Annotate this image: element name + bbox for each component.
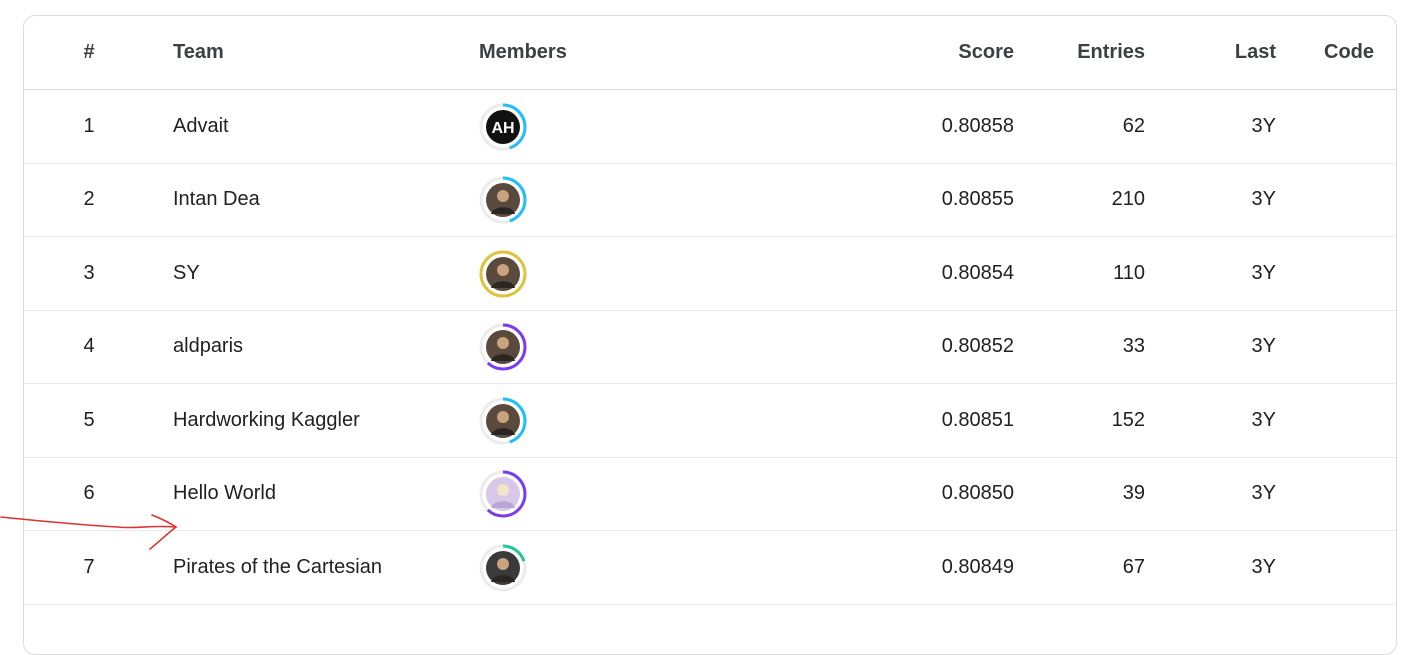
last-value: 3Y bbox=[1251, 409, 1276, 431]
anime-avatar-icon bbox=[479, 470, 527, 518]
score-value: 0.80851 bbox=[941, 409, 1014, 431]
team-name[interactable]: Hello World bbox=[173, 457, 473, 530]
team-name[interactable]: Hardworking Kaggler bbox=[173, 384, 473, 457]
member-avatar[interactable] bbox=[479, 176, 527, 224]
member-avatar[interactable] bbox=[479, 250, 527, 298]
team-name[interactable]: SY bbox=[173, 237, 473, 310]
rank-value: 6 bbox=[83, 482, 95, 504]
score-value: 0.80850 bbox=[941, 482, 1014, 504]
score-value: 0.80858 bbox=[941, 115, 1014, 137]
member-avatar[interactable] bbox=[479, 544, 527, 592]
score-value: 0.80852 bbox=[941, 335, 1014, 357]
team-name[interactable]: aldparis bbox=[173, 310, 473, 383]
table-row[interactable]: 2 Intan Dea 0.80855 210 3Y bbox=[24, 163, 1396, 237]
table-row[interactable]: 1 Advait AH 0.80858 62 3Y bbox=[24, 90, 1396, 164]
table-row[interactable]: 3 SY 0.80854 110 3Y bbox=[24, 237, 1396, 311]
svg-text:AH: AH bbox=[491, 120, 514, 137]
score-value: 0.80849 bbox=[941, 556, 1014, 578]
table-row[interactable]: 5 Hardworking Kaggler 0.80851 152 3Y bbox=[24, 384, 1396, 458]
column-header-entries[interactable]: Entries bbox=[1024, 16, 1145, 89]
member-avatar[interactable] bbox=[479, 323, 527, 371]
person-photo-avatar-icon bbox=[479, 176, 527, 224]
rank-value: 3 bbox=[83, 262, 95, 284]
last-value: 3Y bbox=[1251, 115, 1276, 137]
rank-value: 7 bbox=[83, 556, 95, 578]
pirate-avatar-icon bbox=[479, 544, 527, 592]
rank-value: 2 bbox=[83, 188, 95, 210]
team-name[interactable]: Pirates of the Cartesian bbox=[173, 531, 473, 604]
last-value: 3Y bbox=[1251, 482, 1276, 504]
column-header-team[interactable]: Team bbox=[173, 16, 473, 89]
last-value: 3Y bbox=[1251, 556, 1276, 578]
table-row[interactable]: 6 Hello World 0.80850 39 3Y bbox=[24, 457, 1396, 531]
entries-value: 210 bbox=[1111, 188, 1145, 210]
AH-logo-avatar-icon: AH bbox=[479, 103, 527, 151]
leaderboard-table: # Team Members Score Entries Last Code 1… bbox=[23, 15, 1397, 655]
last-value: 3Y bbox=[1251, 262, 1276, 284]
last-value: 3Y bbox=[1251, 335, 1276, 357]
column-header-rank[interactable]: # bbox=[64, 16, 114, 89]
score-value: 0.80854 bbox=[941, 262, 1014, 284]
rank-value: 4 bbox=[83, 335, 95, 357]
score-value: 0.80855 bbox=[941, 188, 1014, 210]
member-avatar[interactable]: AH bbox=[479, 103, 527, 151]
rank-value: 5 bbox=[83, 409, 95, 431]
entries-value: 39 bbox=[1122, 482, 1145, 504]
column-header-code: Code bbox=[1324, 41, 1374, 63]
entries-value: 110 bbox=[1113, 262, 1145, 284]
person-photo-avatar-icon bbox=[479, 323, 527, 371]
entries-value: 62 bbox=[1122, 115, 1145, 137]
entries-value: 67 bbox=[1122, 556, 1145, 578]
column-header-last[interactable]: Last bbox=[1184, 16, 1276, 89]
table-header: # Team Members Score Entries Last Code bbox=[24, 16, 1396, 90]
team-name[interactable]: Intan Dea bbox=[173, 163, 473, 236]
person-photo-avatar-icon bbox=[479, 250, 527, 298]
table-row[interactable]: 4 aldparis 0.80852 33 3Y bbox=[24, 310, 1396, 384]
team-name[interactable]: Advait bbox=[173, 90, 473, 163]
entries-value: 33 bbox=[1122, 335, 1145, 357]
entries-value: 152 bbox=[1111, 409, 1145, 431]
member-avatar[interactable] bbox=[479, 470, 527, 518]
table-row[interactable]: 7 Pirates of the Cartesian 0.80849 67 3Y bbox=[24, 531, 1396, 605]
column-header-members: Members bbox=[479, 41, 567, 63]
column-header-score[interactable]: Score bbox=[864, 16, 1014, 89]
member-avatar[interactable] bbox=[479, 397, 527, 445]
rank-value: 1 bbox=[83, 115, 95, 137]
last-value: 3Y bbox=[1251, 188, 1276, 210]
person-photo-avatar-icon bbox=[479, 397, 527, 445]
